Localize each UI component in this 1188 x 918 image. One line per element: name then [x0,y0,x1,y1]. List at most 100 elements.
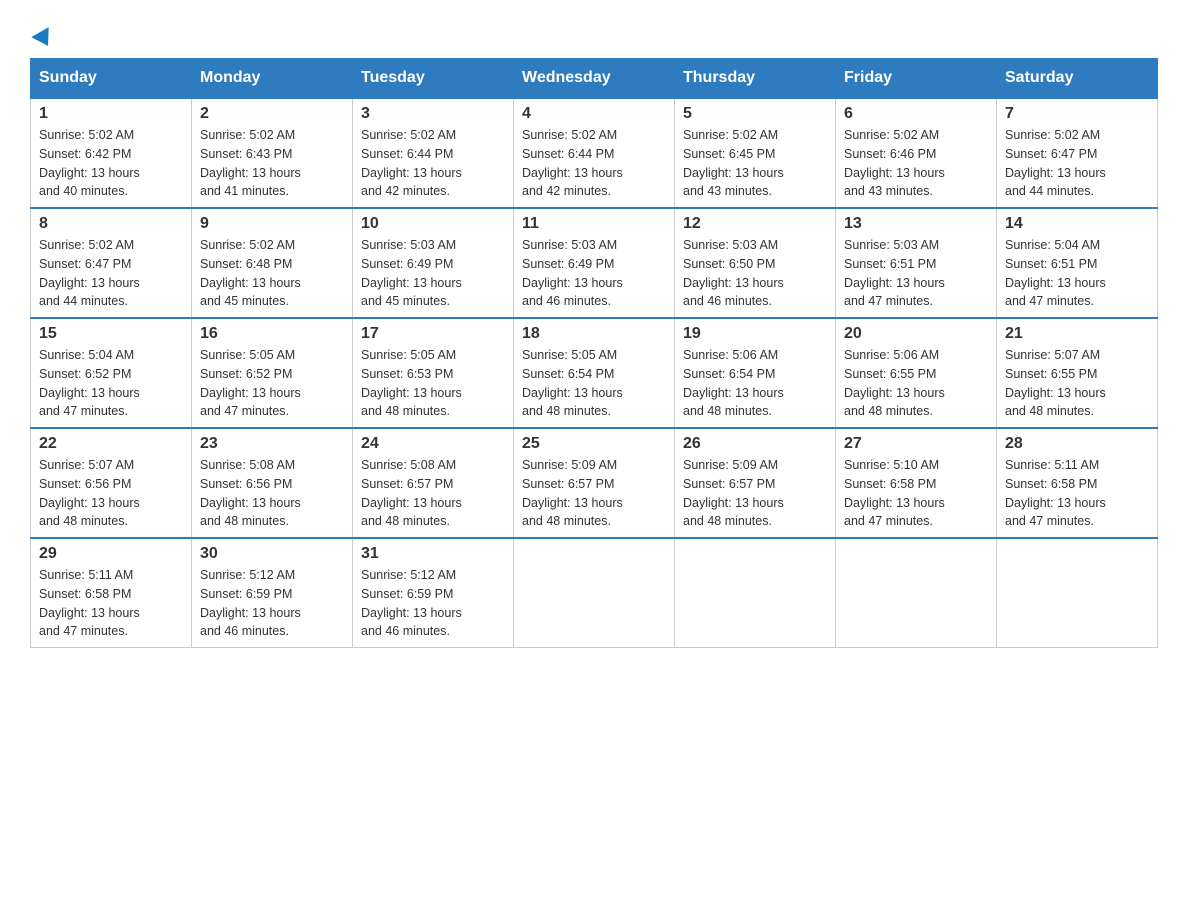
day-info: Sunrise: 5:02 AM Sunset: 6:45 PM Dayligh… [683,126,827,201]
calendar-cell: 14 Sunrise: 5:04 AM Sunset: 6:51 PM Dayl… [997,208,1158,318]
day-number: 25 [522,435,666,453]
calendar-cell: 4 Sunrise: 5:02 AM Sunset: 6:44 PM Dayli… [514,98,675,208]
calendar-cell: 19 Sunrise: 5:06 AM Sunset: 6:54 PM Dayl… [675,318,836,428]
calendar-cell: 28 Sunrise: 5:11 AM Sunset: 6:58 PM Dayl… [997,428,1158,538]
day-info: Sunrise: 5:08 AM Sunset: 6:57 PM Dayligh… [361,456,505,531]
day-number: 20 [844,325,988,343]
day-info: Sunrise: 5:05 AM Sunset: 6:53 PM Dayligh… [361,346,505,421]
day-info: Sunrise: 5:07 AM Sunset: 6:56 PM Dayligh… [39,456,183,531]
calendar-cell: 24 Sunrise: 5:08 AM Sunset: 6:57 PM Dayl… [353,428,514,538]
calendar-week-row: 8 Sunrise: 5:02 AM Sunset: 6:47 PM Dayli… [31,208,1158,318]
header-saturday: Saturday [997,59,1158,99]
calendar-table: Sunday Monday Tuesday Wednesday Thursday… [30,58,1158,648]
day-info: Sunrise: 5:10 AM Sunset: 6:58 PM Dayligh… [844,456,988,531]
calendar-cell: 20 Sunrise: 5:06 AM Sunset: 6:55 PM Dayl… [836,318,997,428]
calendar-cell: 21 Sunrise: 5:07 AM Sunset: 6:55 PM Dayl… [997,318,1158,428]
day-number: 13 [844,215,988,233]
day-number: 5 [683,105,827,123]
day-number: 23 [200,435,344,453]
day-number: 26 [683,435,827,453]
day-number: 16 [200,325,344,343]
day-info: Sunrise: 5:09 AM Sunset: 6:57 PM Dayligh… [683,456,827,531]
day-number: 9 [200,215,344,233]
day-info: Sunrise: 5:02 AM Sunset: 6:48 PM Dayligh… [200,236,344,311]
header-tuesday: Tuesday [353,59,514,99]
calendar-cell: 27 Sunrise: 5:10 AM Sunset: 6:58 PM Dayl… [836,428,997,538]
day-info: Sunrise: 5:03 AM Sunset: 6:51 PM Dayligh… [844,236,988,311]
day-number: 12 [683,215,827,233]
day-number: 30 [200,545,344,563]
calendar-cell: 16 Sunrise: 5:05 AM Sunset: 6:52 PM Dayl… [192,318,353,428]
logo [30,20,54,48]
calendar-cell [675,538,836,648]
day-number: 7 [1005,105,1149,123]
calendar-cell: 5 Sunrise: 5:02 AM Sunset: 6:45 PM Dayli… [675,98,836,208]
calendar-cell [997,538,1158,648]
day-number: 11 [522,215,666,233]
day-number: 31 [361,545,505,563]
day-number: 17 [361,325,505,343]
day-info: Sunrise: 5:04 AM Sunset: 6:51 PM Dayligh… [1005,236,1149,311]
calendar-cell: 15 Sunrise: 5:04 AM Sunset: 6:52 PM Dayl… [31,318,192,428]
calendar-cell: 7 Sunrise: 5:02 AM Sunset: 6:47 PM Dayli… [997,98,1158,208]
calendar-cell: 12 Sunrise: 5:03 AM Sunset: 6:50 PM Dayl… [675,208,836,318]
day-info: Sunrise: 5:09 AM Sunset: 6:57 PM Dayligh… [522,456,666,531]
day-number: 4 [522,105,666,123]
calendar-cell: 25 Sunrise: 5:09 AM Sunset: 6:57 PM Dayl… [514,428,675,538]
day-info: Sunrise: 5:03 AM Sunset: 6:49 PM Dayligh… [361,236,505,311]
day-info: Sunrise: 5:02 AM Sunset: 6:46 PM Dayligh… [844,126,988,201]
calendar-cell: 2 Sunrise: 5:02 AM Sunset: 6:43 PM Dayli… [192,98,353,208]
day-info: Sunrise: 5:08 AM Sunset: 6:56 PM Dayligh… [200,456,344,531]
calendar-week-row: 29 Sunrise: 5:11 AM Sunset: 6:58 PM Dayl… [31,538,1158,648]
calendar-cell [514,538,675,648]
calendar-cell: 8 Sunrise: 5:02 AM Sunset: 6:47 PM Dayli… [31,208,192,318]
day-info: Sunrise: 5:05 AM Sunset: 6:52 PM Dayligh… [200,346,344,421]
day-number: 3 [361,105,505,123]
day-number: 8 [39,215,183,233]
header-sunday: Sunday [31,59,192,99]
header-thursday: Thursday [675,59,836,99]
calendar-cell: 22 Sunrise: 5:07 AM Sunset: 6:56 PM Dayl… [31,428,192,538]
calendar-cell: 31 Sunrise: 5:12 AM Sunset: 6:59 PM Dayl… [353,538,514,648]
day-number: 18 [522,325,666,343]
calendar-cell: 13 Sunrise: 5:03 AM Sunset: 6:51 PM Dayl… [836,208,997,318]
day-number: 24 [361,435,505,453]
calendar-cell: 9 Sunrise: 5:02 AM Sunset: 6:48 PM Dayli… [192,208,353,318]
day-info: Sunrise: 5:03 AM Sunset: 6:50 PM Dayligh… [683,236,827,311]
calendar-cell [836,538,997,648]
day-info: Sunrise: 5:07 AM Sunset: 6:55 PM Dayligh… [1005,346,1149,421]
logo-general-row [30,20,54,48]
day-info: Sunrise: 5:02 AM Sunset: 6:43 PM Dayligh… [200,126,344,201]
day-number: 2 [200,105,344,123]
page-header [30,20,1158,48]
day-info: Sunrise: 5:12 AM Sunset: 6:59 PM Dayligh… [200,566,344,641]
day-info: Sunrise: 5:02 AM Sunset: 6:44 PM Dayligh… [522,126,666,201]
calendar-cell: 1 Sunrise: 5:02 AM Sunset: 6:42 PM Dayli… [31,98,192,208]
day-number: 22 [39,435,183,453]
calendar-week-row: 1 Sunrise: 5:02 AM Sunset: 6:42 PM Dayli… [31,98,1158,208]
calendar-week-row: 15 Sunrise: 5:04 AM Sunset: 6:52 PM Dayl… [31,318,1158,428]
day-number: 1 [39,105,183,123]
day-number: 28 [1005,435,1149,453]
day-info: Sunrise: 5:02 AM Sunset: 6:47 PM Dayligh… [1005,126,1149,201]
calendar-week-row: 22 Sunrise: 5:07 AM Sunset: 6:56 PM Dayl… [31,428,1158,538]
header-monday: Monday [192,59,353,99]
calendar-cell: 30 Sunrise: 5:12 AM Sunset: 6:59 PM Dayl… [192,538,353,648]
day-number: 29 [39,545,183,563]
calendar-cell: 23 Sunrise: 5:08 AM Sunset: 6:56 PM Dayl… [192,428,353,538]
day-number: 27 [844,435,988,453]
header-wednesday: Wednesday [514,59,675,99]
day-number: 21 [1005,325,1149,343]
day-info: Sunrise: 5:03 AM Sunset: 6:49 PM Dayligh… [522,236,666,311]
day-info: Sunrise: 5:12 AM Sunset: 6:59 PM Dayligh… [361,566,505,641]
calendar-cell: 29 Sunrise: 5:11 AM Sunset: 6:58 PM Dayl… [31,538,192,648]
day-number: 15 [39,325,183,343]
header-friday: Friday [836,59,997,99]
day-number: 19 [683,325,827,343]
day-info: Sunrise: 5:02 AM Sunset: 6:44 PM Dayligh… [361,126,505,201]
weekday-header-row: Sunday Monday Tuesday Wednesday Thursday… [31,59,1158,99]
day-info: Sunrise: 5:11 AM Sunset: 6:58 PM Dayligh… [1005,456,1149,531]
day-info: Sunrise: 5:02 AM Sunset: 6:47 PM Dayligh… [39,236,183,311]
calendar-cell: 26 Sunrise: 5:09 AM Sunset: 6:57 PM Dayl… [675,428,836,538]
day-info: Sunrise: 5:04 AM Sunset: 6:52 PM Dayligh… [39,346,183,421]
